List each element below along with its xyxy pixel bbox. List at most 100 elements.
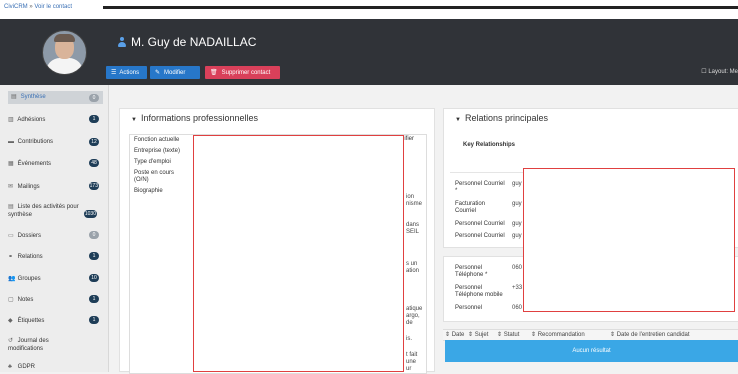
- relations-title-text: Relations principales: [464, 113, 548, 123]
- sidebar-item-etiquettes[interactable]: ◆ Étiquettes 1: [8, 316, 100, 324]
- breadcrumb-root[interactable]: CiviCRM: [4, 4, 28, 10]
- column-date[interactable]: ⇕ Date: [445, 331, 464, 338]
- bio-fragment: s un: [406, 261, 418, 267]
- handshake-icon: ⚭: [8, 254, 14, 260]
- column-date-entretien[interactable]: ⇕ Date de l'entretien candidat: [610, 331, 690, 338]
- breadcrumb-separator: »: [29, 4, 33, 10]
- tag-icon: ◆: [8, 318, 13, 324]
- sidebar-item-contributions[interactable]: ▬ Contributions 12: [8, 138, 100, 146]
- sidebar-item-evenements[interactable]: ▦ Événements 48: [8, 159, 100, 167]
- sidebar-item-activites[interactable]: ▤ Liste des activités pour synthèse 1030: [8, 203, 100, 219]
- sidebar: [0, 85, 109, 372]
- field-biographie: Biographie: [134, 188, 163, 194]
- sidebar-item-label: GDPR: [17, 364, 36, 370]
- email-label-line2: *: [455, 188, 458, 194]
- calendar-icon: ▦: [8, 161, 14, 167]
- layout-link[interactable]: ☐ Layout: Me: [701, 68, 738, 75]
- phone-label-line2: Téléphone mobile: [455, 292, 503, 298]
- sidebar-item-dossiers[interactable]: ▭ Dossiers 0: [8, 231, 100, 239]
- sidebar-item-synthese[interactable]: ▤ Synthèse 0: [8, 91, 103, 104]
- email-value[interactable]: guy: [512, 233, 522, 239]
- column-sujet-label: Sujet: [474, 332, 489, 338]
- top-bar: CiviCRM » Voir le contact: [0, 0, 738, 19]
- modify-button-label: Modifier: [164, 69, 186, 76]
- count-badge: 0: [89, 231, 99, 239]
- sidebar-item-label: Étiquettes: [17, 318, 45, 324]
- gdpr-icon: ♣: [8, 364, 12, 370]
- count-badge: 1: [89, 316, 99, 324]
- email-label: Facturation: [455, 201, 486, 207]
- membership-icon: ▥: [8, 117, 14, 123]
- bio-fragment: atique: [406, 306, 423, 312]
- envelope-icon: ✉: [8, 184, 14, 190]
- contact-title: M. Guy de NADAILLAC: [118, 35, 256, 49]
- sidebar-item-label-line2: modifications: [8, 346, 44, 352]
- bio-fragment: ation: [406, 268, 420, 274]
- sidebar-item-notes[interactable]: ▢ Notes 1: [8, 295, 100, 303]
- pencil-icon: ✎: [155, 70, 161, 76]
- breadcrumb-current[interactable]: Voir le contact: [34, 4, 72, 10]
- email-label: Personnel Courriel: [455, 233, 505, 239]
- phone-label-line2: Téléphone *: [455, 272, 488, 278]
- bio-fragment: t fait: [406, 352, 418, 358]
- field-poste-en-cours: Poste en cours: [134, 170, 175, 176]
- bio-fragment: ion: [406, 194, 415, 200]
- empty-result-banner: Aucun résultat: [445, 340, 738, 362]
- trash-icon: 🗑: [210, 70, 218, 76]
- phone-label: Personnel: [455, 285, 483, 291]
- column-recommandation[interactable]: ⇕ Recommandation: [531, 331, 585, 338]
- column-sujet[interactable]: ⇕ Sujet: [468, 331, 488, 338]
- field-entreprise: Entreprise (texte): [134, 148, 181, 154]
- count-badge: 48: [89, 159, 99, 167]
- column-statut[interactable]: ⇕ Statut: [497, 331, 519, 338]
- bio-fragment: argo,: [406, 313, 420, 319]
- actions-button[interactable]: ☰ Actions: [106, 66, 147, 79]
- field-fonction-actuelle: Fonction actuelle: [134, 137, 180, 143]
- email-value[interactable]: guy: [512, 181, 522, 187]
- bio-fragment: dans: [406, 222, 420, 228]
- count-badge: 0: [89, 94, 99, 102]
- credit-card-icon: ▬: [8, 139, 14, 145]
- bio-fragment: une: [406, 359, 417, 365]
- sidebar-item-journal[interactable]: ↺ Journal des modifications: [8, 337, 100, 353]
- sidebar-item-label: Journal des: [17, 338, 49, 344]
- history-icon: ↺: [8, 338, 14, 344]
- column-date-entretien-label: Date de l'entretien candidat: [616, 332, 690, 338]
- sidebar-item-mailings[interactable]: ✉ Mailings 173: [8, 182, 100, 190]
- sidebar-item-label-line2: synthèse: [8, 212, 33, 218]
- phone-value[interactable]: 060: [512, 265, 522, 271]
- sidebar-item-relations[interactable]: ⚭ Relations 1: [8, 252, 100, 260]
- sidebar-item-label: Groupes: [17, 276, 41, 282]
- chevron-down-icon: ▼: [131, 117, 137, 123]
- phone-label: Personnel: [455, 265, 483, 271]
- phone-value[interactable]: 060: [512, 305, 522, 311]
- professional-info-title-text: Informations professionnelles: [140, 113, 259, 123]
- sidebar-item-label: Mailings: [17, 184, 40, 190]
- bio-fragment: is.: [406, 336, 412, 342]
- sidebar-item-adhesions[interactable]: ▥ Adhésions 1: [8, 115, 100, 123]
- phone-value[interactable]: +33: [512, 285, 522, 291]
- email-value[interactable]: guy: [512, 201, 522, 207]
- professional-info-title[interactable]: ▼ Informations professionnelles: [131, 113, 258, 123]
- count-badge: 173: [88, 182, 99, 190]
- layout-label: Layout: Me: [708, 69, 738, 75]
- relations-title[interactable]: ▼ Relations principales: [455, 113, 548, 123]
- count-badge: 12: [89, 138, 99, 146]
- delete-button-label: Supprimer contact: [221, 69, 271, 76]
- bio-fragment: de: [406, 320, 413, 326]
- column-recommandation-label: Recommandation: [537, 332, 585, 338]
- sidebar-item-label: Adhésions: [17, 117, 46, 123]
- contact-name: M. Guy de NADAILLAC: [131, 35, 257, 49]
- sidebar-item-groupes[interactable]: 👥 Groupes 10: [8, 274, 100, 282]
- redaction-box: [523, 168, 735, 312]
- email-value[interactable]: guy: [512, 221, 522, 227]
- count-badge: 1: [89, 295, 99, 303]
- folder-icon: ▭: [8, 233, 14, 239]
- delete-contact-button[interactable]: 🗑 Supprimer contact: [205, 66, 280, 79]
- count-badge: 1: [89, 115, 99, 123]
- modify-button[interactable]: ✎ Modifier: [150, 66, 200, 79]
- sidebar-item-gdpr[interactable]: ♣ GDPR: [8, 364, 100, 370]
- email-label-line2: Courriel: [455, 208, 477, 214]
- field-poste-en-cours-line2: (O/N): [134, 177, 149, 183]
- column-date-label: Date: [451, 332, 465, 338]
